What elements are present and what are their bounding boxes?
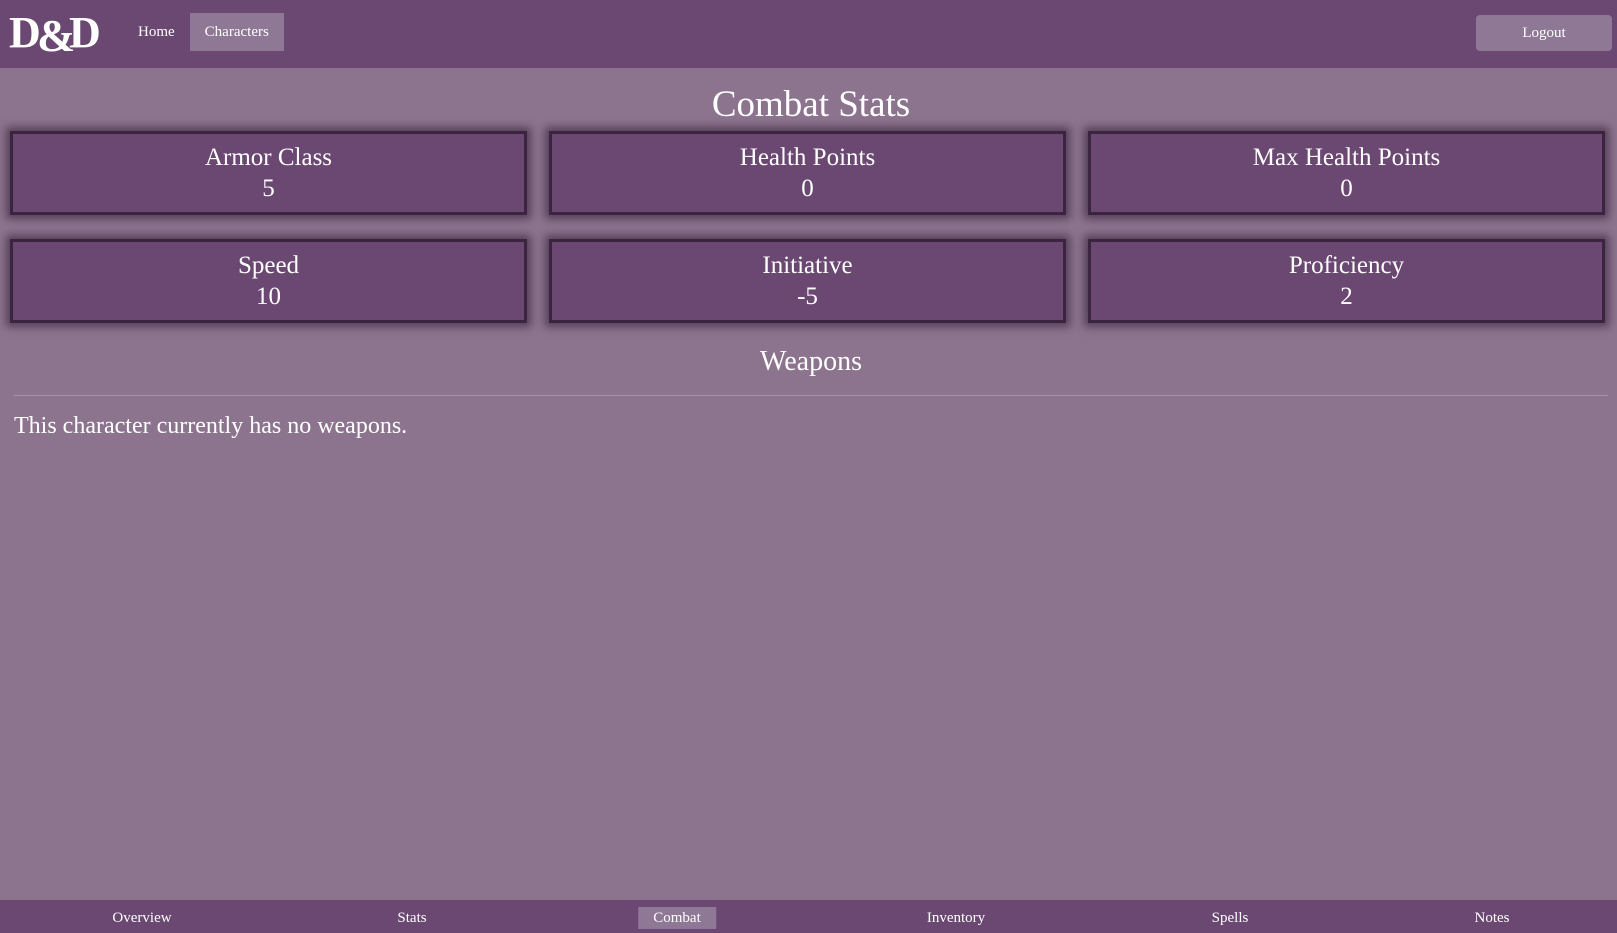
tab-inventory[interactable]: Inventory: [912, 907, 1000, 929]
nav-characters[interactable]: Characters: [189, 13, 284, 51]
stat-label: Health Points: [739, 144, 876, 171]
weapons-heading: Weapons: [760, 346, 862, 377]
svg-text:D: D: [69, 8, 101, 57]
tab-overview[interactable]: Overview: [97, 907, 186, 929]
stat-label: Armor Class: [204, 144, 333, 171]
stat-card-max-health-points: Max Health Points 0: [1088, 131, 1605, 215]
stat-card-health-points: Health Points 0: [549, 131, 1066, 215]
stat-value: 0: [801, 175, 814, 202]
stat-value: 2: [1340, 283, 1353, 310]
bottom-tab-bar: Overview Stats Combat Inventory Spells N…: [0, 900, 1617, 933]
stat-label: Speed: [237, 252, 300, 279]
divider: [14, 395, 1608, 396]
page-title: Combat Stats: [711, 84, 911, 125]
stat-label: Proficiency: [1288, 252, 1405, 279]
stat-label: Initiative: [762, 252, 853, 279]
logout-button[interactable]: Logout: [1476, 15, 1612, 51]
svg-text:D: D: [9, 8, 41, 57]
nav-home[interactable]: Home: [123, 13, 190, 51]
stat-card-armor-class: Armor Class 5: [10, 131, 527, 215]
stat-card-speed: Speed 10: [10, 239, 527, 323]
top-navbar: D & D Home Characters Logout: [0, 0, 1617, 68]
stat-label: Max Health Points: [1252, 144, 1441, 171]
tab-notes[interactable]: Notes: [1460, 907, 1525, 929]
stat-value: 10: [256, 283, 281, 310]
tab-spells[interactable]: Spells: [1197, 907, 1264, 929]
weapons-empty-message: This character currently has no weapons.: [14, 413, 408, 439]
tab-combat[interactable]: Combat: [638, 907, 716, 929]
dnd-logo[interactable]: D & D: [9, 7, 109, 57]
stat-value: 0: [1340, 175, 1353, 202]
stat-card-proficiency: Proficiency 2: [1088, 239, 1605, 323]
stat-value: 5: [262, 175, 275, 202]
main-nav: Home Characters: [123, 13, 284, 51]
tab-stats[interactable]: Stats: [382, 907, 441, 929]
stat-value: -5: [797, 283, 818, 310]
stat-card-initiative: Initiative -5: [549, 239, 1066, 323]
